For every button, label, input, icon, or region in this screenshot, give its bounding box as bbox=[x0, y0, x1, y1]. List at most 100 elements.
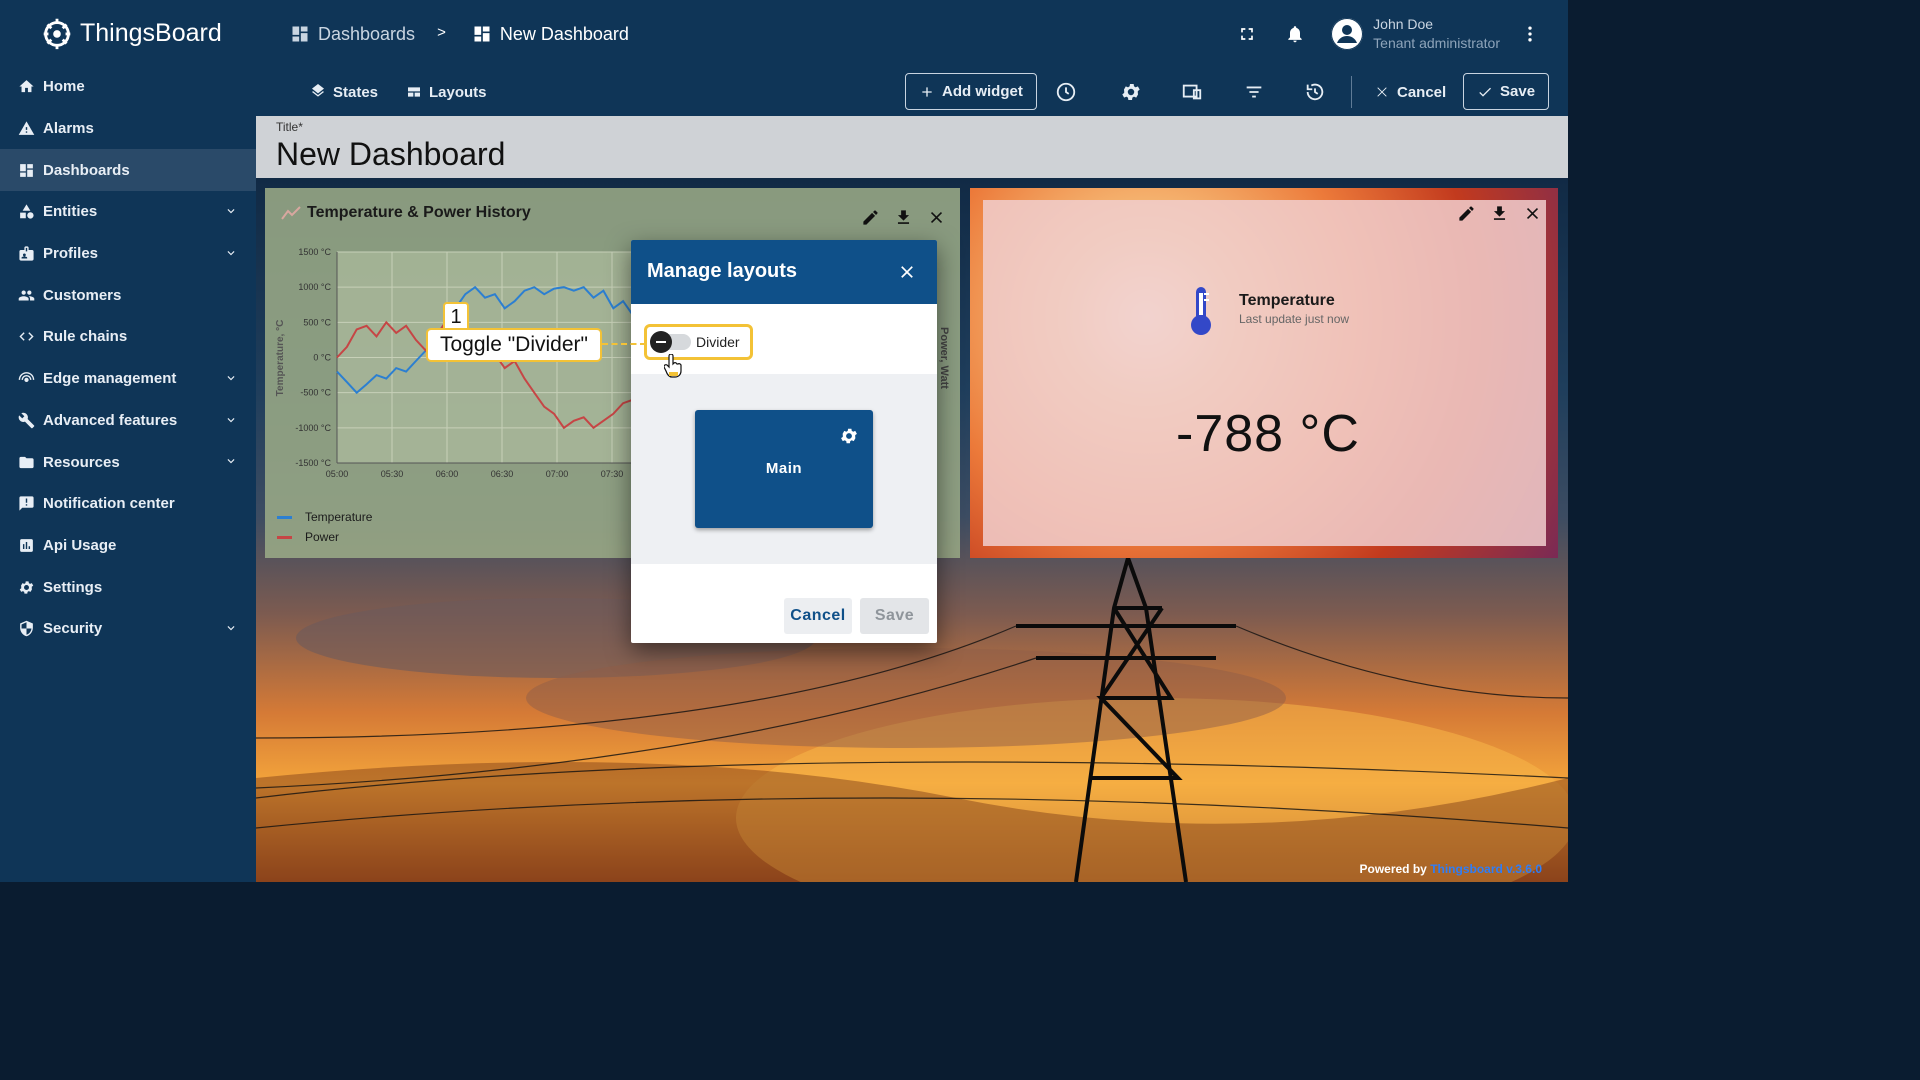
people-icon bbox=[17, 286, 35, 304]
legend-swatch bbox=[277, 515, 292, 519]
sidebar-item-notification-center[interactable]: Notification center bbox=[0, 483, 256, 525]
sidebar-item-api-usage[interactable]: Api Usage bbox=[0, 525, 256, 567]
sidebar-item-dashboards[interactable]: Dashboards bbox=[0, 149, 256, 192]
announcement-icon bbox=[17, 495, 35, 513]
cancel-button[interactable]: Cancel bbox=[1374, 79, 1446, 105]
temperature-value: -788 °C bbox=[1176, 405, 1360, 463]
layouts-area: Main bbox=[631, 374, 937, 564]
sidebar-item-edge-management[interactable]: Edge management bbox=[0, 358, 256, 400]
check-icon bbox=[1479, 87, 1491, 97]
more-vert-icon[interactable] bbox=[1518, 22, 1542, 46]
sidebar-item-label: Home bbox=[43, 78, 85, 96]
user-info[interactable]: John Doe Tenant administrator bbox=[1373, 15, 1500, 53]
y-axis-right-label: Power, Watt bbox=[938, 327, 950, 389]
tutorial-highlight bbox=[644, 324, 753, 360]
settings-icon[interactable] bbox=[1117, 78, 1145, 106]
edit-icon[interactable] bbox=[861, 208, 880, 227]
y-tick-label: 1000 °C bbox=[298, 282, 331, 292]
hand-cursor-icon bbox=[664, 354, 682, 378]
bell-icon[interactable] bbox=[1283, 22, 1307, 46]
chevron-down-icon[interactable] bbox=[224, 413, 238, 427]
sidebar-item-alarms[interactable]: Alarms bbox=[0, 108, 256, 150]
title-field-value[interactable]: New Dashboard bbox=[276, 136, 505, 173]
temperature-card-widget[interactable]: Temperature Last update just now -788 °C bbox=[970, 188, 1558, 558]
sidebar-item-label: Security bbox=[43, 620, 103, 638]
dialog-cancel-button[interactable]: Cancel bbox=[784, 598, 852, 634]
x-tick-label: 05:30 bbox=[381, 469, 404, 479]
powered-by-text: Powered by bbox=[1359, 862, 1427, 876]
layouts-label: Layouts bbox=[429, 83, 487, 101]
sidebar-item-label: Profiles bbox=[43, 245, 99, 263]
security-icon bbox=[17, 620, 35, 638]
breadcrumb-dashboards[interactable]: Dashboards bbox=[290, 24, 415, 45]
sidebar-item-rule-chains[interactable]: Rule chains bbox=[0, 316, 256, 358]
thingsboard-version-link[interactable]: Thingsboard v.3.6.0 bbox=[1430, 862, 1542, 876]
fullscreen-icon[interactable] bbox=[1235, 22, 1259, 46]
x-tick-label: 07:00 bbox=[546, 469, 569, 479]
sidebar-item-customers[interactable]: Customers bbox=[0, 274, 256, 316]
sidebar-item-settings[interactable]: Settings bbox=[0, 566, 256, 608]
header-actions: John Doe Tenant administrator bbox=[1235, 12, 1568, 56]
chart-widget-actions bbox=[861, 208, 946, 227]
dashboard-toolbar: States Layouts Add widget Cancel Save bbox=[256, 68, 1568, 116]
close-icon[interactable] bbox=[897, 262, 917, 282]
legend-item-power[interactable]: Power bbox=[277, 530, 339, 544]
add-widget-button[interactable]: Add widget bbox=[905, 73, 1037, 110]
y-tick-label: -1500 °C bbox=[295, 458, 331, 468]
close-icon bbox=[1377, 87, 1387, 97]
avatar[interactable] bbox=[1331, 18, 1364, 50]
legend-label: Temperature bbox=[305, 510, 373, 524]
sidebar-item-resources[interactable]: Resources bbox=[0, 441, 256, 483]
temperature-card: Temperature Last update just now -788 °C bbox=[983, 200, 1546, 546]
states-button[interactable]: States bbox=[310, 79, 378, 105]
chevron-down-icon[interactable] bbox=[224, 621, 238, 635]
add-widget-label: Add widget bbox=[942, 83, 1023, 100]
breadcrumb-separator: > bbox=[437, 23, 446, 41]
account-circle-icon bbox=[1331, 18, 1364, 50]
save-button[interactable]: Save bbox=[1463, 73, 1550, 110]
main-layout-label: Main bbox=[765, 460, 803, 477]
history-icon[interactable] bbox=[1052, 78, 1080, 106]
breadcrumb-label: New Dashboard bbox=[499, 23, 629, 44]
filter-icon[interactable] bbox=[1240, 78, 1268, 106]
sidebar-item-entities[interactable]: Entities bbox=[0, 191, 256, 233]
gear-icon[interactable] bbox=[839, 426, 859, 446]
app-logo[interactable]: ThingsBoard bbox=[38, 12, 222, 54]
temperature-label: Temperature bbox=[1239, 292, 1335, 309]
chevron-down-icon[interactable] bbox=[224, 371, 238, 385]
sidebar-item-advanced-features[interactable]: Advanced features bbox=[0, 400, 256, 442]
sidebar-item-profiles[interactable]: Profiles bbox=[0, 233, 256, 275]
devices-icon[interactable] bbox=[1178, 78, 1206, 106]
chevron-down-icon[interactable] bbox=[224, 454, 238, 468]
sidebar-item-security[interactable]: Security bbox=[0, 608, 256, 650]
code-icon bbox=[17, 328, 35, 346]
user-name: John Doe bbox=[1373, 16, 1434, 32]
dashboard-title-field[interactable]: Title* New Dashboard bbox=[256, 116, 1568, 178]
sidebar-item-home[interactable]: Home bbox=[0, 66, 256, 108]
powered-by: Powered by Thingsboard v.3.6.0 bbox=[1359, 862, 1542, 876]
y-axis-label: Temperature, °C bbox=[275, 320, 286, 397]
layouts-button[interactable]: Layouts bbox=[406, 79, 487, 105]
download-icon[interactable] bbox=[1490, 204, 1509, 223]
dialog-header: Manage layouts bbox=[631, 240, 937, 304]
manage-layouts-dialog: Manage layouts Divider Main Cancel Save bbox=[631, 240, 937, 643]
legend-item-temperature[interactable]: Temperature bbox=[277, 510, 372, 524]
thingsboard-logo-icon bbox=[43, 18, 71, 50]
category-icon bbox=[17, 203, 35, 221]
gear-icon bbox=[17, 578, 35, 596]
close-icon[interactable] bbox=[1523, 204, 1542, 223]
sidebar-item-label: Resources bbox=[43, 453, 120, 471]
dialog-save-button[interactable]: Save bbox=[860, 598, 929, 634]
close-icon[interactable] bbox=[927, 208, 946, 227]
breadcrumb: Dashboards > New Dashboard bbox=[290, 20, 629, 48]
dialog-title: Manage layouts bbox=[647, 260, 798, 282]
sidebar-item-label: Edge management bbox=[43, 370, 177, 388]
download-icon[interactable] bbox=[894, 208, 913, 227]
sidebar-item-label: Customers bbox=[43, 286, 122, 304]
restore-icon[interactable] bbox=[1301, 78, 1329, 106]
chevron-down-icon[interactable] bbox=[224, 246, 238, 260]
chevron-down-icon[interactable] bbox=[224, 204, 238, 218]
edit-icon[interactable] bbox=[1457, 204, 1476, 223]
toolbar-divider bbox=[1351, 76, 1352, 108]
main-layout-card[interactable]: Main bbox=[695, 410, 873, 528]
